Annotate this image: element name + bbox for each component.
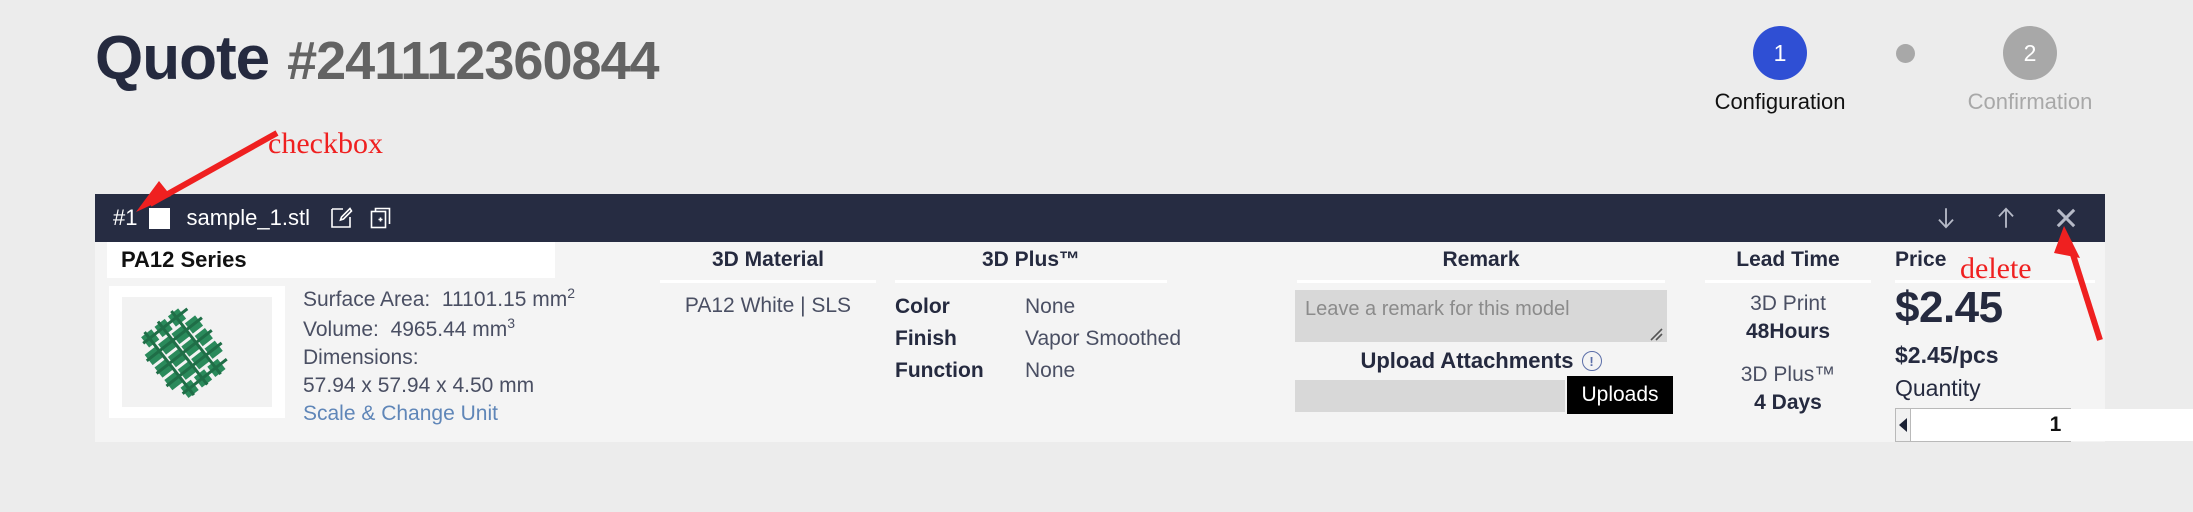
lead-time-plus-value: 4 Days — [1754, 391, 1822, 415]
quantity-stepper — [1895, 408, 2193, 443]
step-confirmation[interactable]: 2 Confirmation — [1955, 26, 2105, 115]
dimensions-value: 57.94 x 57.94 x 4.50 mm — [303, 373, 535, 397]
step-connector — [1855, 26, 1955, 80]
lead-time-print-label: 3D Print — [1750, 292, 1826, 315]
remark-input[interactable] — [1295, 290, 1667, 342]
column-rule-material — [660, 280, 876, 283]
volume-label: Volume: — [303, 317, 379, 341]
step-connector-dot — [1895, 43, 1915, 63]
surface-area-value: 11101.15 mm — [441, 288, 568, 311]
volume-value: 4965.44 mm — [390, 317, 508, 341]
column-header-price: Price — [1895, 248, 1947, 271]
checkbox-annotation-label: checkbox — [268, 127, 383, 160]
3d-lattice-model-thumbnail — [122, 297, 272, 407]
upload-file-field[interactable] — [1295, 380, 1565, 412]
info-circle-icon[interactable]: ! — [1581, 351, 1602, 371]
plus-options-grid: Color None Finish Vapor Smoothed Functio… — [895, 294, 1181, 384]
step-1-label: Configuration — [1714, 89, 1846, 114]
step-configuration[interactable]: 1 Configuration — [1705, 26, 1855, 115]
column-rule-lead-time — [1705, 280, 1871, 283]
plus-option-value-function: None — [1025, 359, 1076, 383]
quantity-decrease-button[interactable] — [1896, 409, 1911, 442]
arrow-down-icon[interactable] — [1929, 201, 1963, 235]
column-header-remark: Remark — [1442, 248, 1520, 271]
quantity-input[interactable] — [1911, 409, 2193, 442]
column-header-plus: 3D Plus™ — [981, 248, 1081, 271]
page-title: Quote #241112360844 — [95, 24, 660, 93]
price-total: $2.45 — [1895, 283, 2003, 332]
plus-option-value-finish: Vapor Smoothed — [1025, 327, 1182, 351]
column-header-lead-time: Lead Time — [1736, 248, 1840, 271]
model-thumbnail-frame[interactable] — [109, 286, 285, 418]
price-per-piece: $2.45/pcs — [1895, 342, 1999, 369]
model-card-header: #1 sample_1.stl — [95, 194, 2105, 242]
surface-area-row: Surface Area: 11101.15 mm2 — [303, 284, 575, 314]
model-select-checkbox[interactable] — [149, 207, 171, 229]
upload-attachments-title: Upload Attachments ! — [1295, 348, 1667, 374]
plus-option-key-finish: Finish — [895, 327, 957, 351]
price-block: $2.45 $2.45/pcs Quantity — [1895, 283, 2193, 443]
volume-unit-exponent: 3 — [507, 314, 516, 331]
quantity-label: Quantity — [1895, 375, 1981, 402]
column-header-material: 3D Material — [711, 248, 825, 271]
progress-stepper: 1 Configuration 2 Confirmation — [1705, 26, 2105, 115]
model-card-body: 3D Material 3D Plus™ Remark Lead Time Pr… — [95, 242, 2193, 443]
plus-option-key-color: Color — [895, 295, 950, 318]
surface-area-label: Surface Area: — [303, 288, 431, 311]
lead-time-block: 3D Print 48Hours 3D Plus™ 4 Days — [1703, 290, 1873, 417]
edit-square-icon[interactable] — [328, 205, 354, 231]
arrow-up-icon[interactable] — [1989, 201, 2023, 235]
volume-row: Volume: 4965.44 mm3 — [303, 314, 575, 344]
duplicate-icon[interactable] — [368, 205, 394, 231]
column-rule-remark — [1297, 280, 1665, 283]
lead-time-print-value: 48Hours — [1745, 320, 1831, 344]
model-filename: sample_1.stl — [186, 205, 310, 230]
model-info: Surface Area: 11101.15 mm2 Volume: 4965.… — [303, 284, 575, 428]
lead-time-gap — [1703, 347, 1873, 361]
triangle-left-icon — [1899, 418, 1907, 433]
page-title-main: Quote — [95, 24, 270, 93]
plus-option-value-color: None — [1025, 295, 1076, 318]
step-2-label: Confirmation — [1967, 89, 2093, 114]
quote-page: Quote #241112360844 1 Configuration 2 Co… — [0, 0, 2193, 512]
step-2-circle: 2 — [2003, 26, 2057, 80]
column-rule-plus — [895, 280, 1167, 283]
step-1-circle: 1 — [1753, 26, 1807, 80]
dimensions-label: Dimensions: — [303, 345, 419, 369]
material-value: PA12 White | SLS — [684, 294, 852, 317]
uploads-button[interactable]: Uploads — [1567, 376, 1673, 414]
scale-change-unit-link[interactable]: Scale & Change Unit — [303, 400, 575, 428]
close-x-icon[interactable] — [2049, 201, 2083, 235]
model-index: #1 — [113, 205, 138, 230]
plus-option-key-function: Function — [895, 359, 984, 383]
upload-attachments-label: Upload Attachments — [1360, 348, 1574, 373]
quote-number: #241112360844 — [287, 31, 659, 91]
model-card: #1 sample_1.stl 3D Material 3D Plus™ Rem… — [95, 194, 2193, 443]
lead-time-plus-label: 3D Plus™ — [1740, 362, 1836, 386]
surface-area-unit-exponent: 2 — [567, 285, 576, 301]
material-series-label: PA12 Series — [107, 242, 555, 278]
